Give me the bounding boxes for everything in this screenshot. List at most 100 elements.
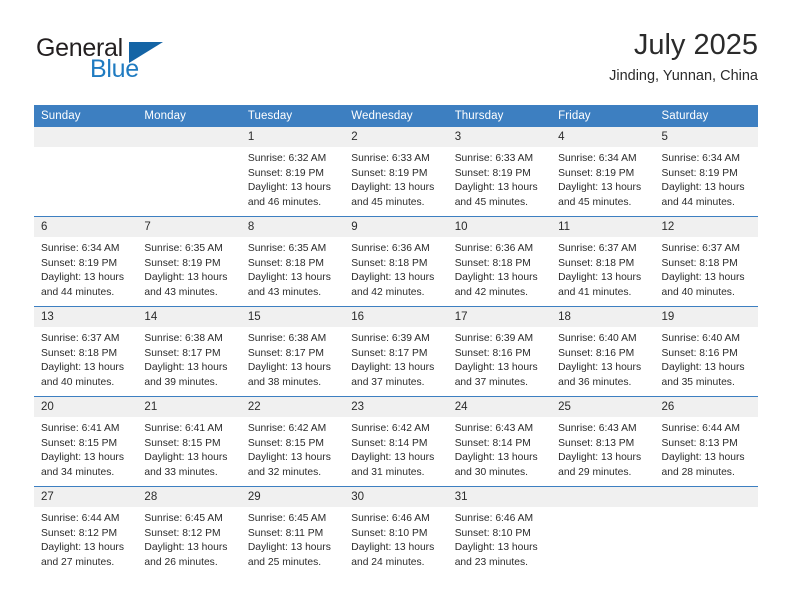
day-cell[interactable]: 5 Sunrise: 6:34 AM Sunset: 8:19 PM Dayli… xyxy=(654,127,758,217)
general-blue-logo[interactable]: General Blue xyxy=(34,34,224,90)
day-cell[interactable]: 12 Sunrise: 6:37 AM Sunset: 8:18 PM Dayl… xyxy=(654,216,758,307)
day-cell[interactable]: 29 Sunrise: 6:45 AM Sunset: 8:11 PM Dayl… xyxy=(240,486,345,576)
daylight-text-line2: and 34 minutes. xyxy=(41,466,115,478)
day-cell[interactable]: 30 Sunrise: 6:46 AM Sunset: 8:10 PM Dayl… xyxy=(344,486,448,576)
sunset-text: Sunset: 8:18 PM xyxy=(558,257,635,269)
sunrise-text: Sunrise: 6:34 AM xyxy=(41,243,120,254)
day-cell[interactable] xyxy=(654,486,758,576)
sunrise-text: Sunrise: 6:37 AM xyxy=(661,243,740,254)
sunset-text: Sunset: 8:17 PM xyxy=(351,347,428,359)
day-cell[interactable]: 13 Sunrise: 6:37 AM Sunset: 8:18 PM Dayl… xyxy=(34,306,138,397)
daylight-text-line1: Daylight: 13 hours xyxy=(661,272,745,284)
daylight-text-line2: and 46 minutes. xyxy=(247,196,322,208)
day-cell[interactable]: 2 Sunrise: 6:33 AM Sunset: 8:19 PM Dayli… xyxy=(344,127,448,217)
day-cell[interactable]: 21 Sunrise: 6:41 AM Sunset: 8:15 PM Dayl… xyxy=(137,396,241,487)
sunrise-text: Sunrise: 6:45 AM xyxy=(247,513,327,524)
day-cell[interactable]: 14 Sunrise: 6:38 AM Sunset: 8:17 PM Dayl… xyxy=(137,306,241,397)
sunrise-text: Sunrise: 6:43 AM xyxy=(558,423,637,434)
day-number xyxy=(34,127,138,147)
day-cell[interactable]: 17 Sunrise: 6:39 AM Sunset: 8:16 PM Dayl… xyxy=(447,306,552,397)
day-details: Sunrise: 6:34 AM Sunset: 8:19 PM Dayligh… xyxy=(655,147,758,210)
day-cell[interactable]: 8 Sunrise: 6:35 AM Sunset: 8:18 PM Dayli… xyxy=(240,216,345,307)
day-number: 18 xyxy=(551,307,655,327)
day-cell[interactable]: 24 Sunrise: 6:43 AM Sunset: 8:14 PM Dayl… xyxy=(447,396,552,487)
sunrise-text: Sunrise: 6:39 AM xyxy=(454,333,534,344)
daylight-text-line2: and 44 minutes. xyxy=(661,196,735,208)
day-number: 14 xyxy=(137,307,241,327)
day-cell[interactable]: 1 Sunrise: 6:32 AM Sunset: 8:19 PM Dayli… xyxy=(240,127,345,217)
day-details: Sunrise: 6:45 AM Sunset: 8:12 PM Dayligh… xyxy=(137,507,240,570)
sunset-text: Sunset: 8:18 PM xyxy=(351,257,428,269)
daylight-text-line1: Daylight: 13 hours xyxy=(351,542,435,554)
sunset-text: Sunset: 8:10 PM xyxy=(454,527,531,539)
day-cell[interactable]: 11 Sunrise: 6:37 AM Sunset: 8:18 PM Dayl… xyxy=(551,216,655,307)
day-number: 23 xyxy=(344,397,448,417)
day-cell[interactable] xyxy=(137,127,241,217)
weekday-header-wednesday: Wednesday xyxy=(344,105,448,127)
daylight-text-line2: and 35 minutes. xyxy=(661,376,735,388)
sunset-text: Sunset: 8:19 PM xyxy=(144,257,221,269)
daylight-text-line1: Daylight: 13 hours xyxy=(144,362,228,374)
day-details: Sunrise: 6:40 AM Sunset: 8:16 PM Dayligh… xyxy=(551,327,654,390)
day-cell[interactable]: 19 Sunrise: 6:40 AM Sunset: 8:16 PM Dayl… xyxy=(654,306,758,397)
sunrise-text: Sunrise: 6:34 AM xyxy=(661,153,740,164)
day-cell[interactable]: 22 Sunrise: 6:42 AM Sunset: 8:15 PM Dayl… xyxy=(240,396,345,487)
page-header: General Blue July 2025 Jinding, Yunnan, … xyxy=(34,28,758,96)
day-number: 13 xyxy=(34,307,138,327)
calendar-week-row: 13 Sunrise: 6:37 AM Sunset: 8:18 PM Dayl… xyxy=(34,306,758,397)
day-details: Sunrise: 6:38 AM Sunset: 8:17 PM Dayligh… xyxy=(241,327,344,390)
daylight-text-line2: and 25 minutes. xyxy=(247,556,322,568)
day-cell[interactable]: 27 Sunrise: 6:44 AM Sunset: 8:12 PM Dayl… xyxy=(34,486,138,576)
day-cell[interactable]: 10 Sunrise: 6:36 AM Sunset: 8:18 PM Dayl… xyxy=(447,216,552,307)
sunrise-text: Sunrise: 6:33 AM xyxy=(351,153,430,164)
sunset-text: Sunset: 8:14 PM xyxy=(351,437,428,449)
day-cell[interactable]: 7 Sunrise: 6:35 AM Sunset: 8:19 PM Dayli… xyxy=(137,216,241,307)
day-cell[interactable] xyxy=(551,486,655,576)
daylight-text-line2: and 33 minutes. xyxy=(144,466,218,478)
day-cell[interactable]: 18 Sunrise: 6:40 AM Sunset: 8:16 PM Dayl… xyxy=(551,306,655,397)
day-number: 26 xyxy=(654,397,758,417)
sunset-text: Sunset: 8:18 PM xyxy=(41,347,118,359)
sunset-text: Sunset: 8:16 PM xyxy=(558,347,635,359)
weekday-header-tuesday: Tuesday xyxy=(240,105,345,127)
day-cell[interactable]: 25 Sunrise: 6:43 AM Sunset: 8:13 PM Dayl… xyxy=(551,396,655,487)
day-number: 24 xyxy=(447,397,552,417)
sunrise-text: Sunrise: 6:35 AM xyxy=(144,243,223,254)
daylight-text-line2: and 40 minutes. xyxy=(661,286,735,298)
day-cell[interactable] xyxy=(34,127,138,217)
calendar-page: General Blue July 2025 Jinding, Yunnan, … xyxy=(0,0,792,612)
calendar-grid: Sunday Monday Tuesday Wednesday Thursday… xyxy=(34,105,758,576)
day-cell[interactable]: 4 Sunrise: 6:34 AM Sunset: 8:19 PM Dayli… xyxy=(551,127,655,217)
day-cell[interactable]: 28 Sunrise: 6:45 AM Sunset: 8:12 PM Dayl… xyxy=(137,486,241,576)
day-cell[interactable]: 20 Sunrise: 6:41 AM Sunset: 8:15 PM Dayl… xyxy=(34,396,138,487)
day-cell[interactable]: 16 Sunrise: 6:39 AM Sunset: 8:17 PM Dayl… xyxy=(344,306,448,397)
day-details: Sunrise: 6:36 AM Sunset: 8:18 PM Dayligh… xyxy=(344,237,447,300)
day-details: Sunrise: 6:37 AM Sunset: 8:18 PM Dayligh… xyxy=(655,237,758,300)
day-details xyxy=(34,147,137,152)
day-number: 31 xyxy=(447,487,552,507)
sunset-text: Sunset: 8:12 PM xyxy=(144,527,221,539)
day-cell[interactable]: 23 Sunrise: 6:42 AM Sunset: 8:14 PM Dayl… xyxy=(344,396,448,487)
daylight-text-line2: and 41 minutes. xyxy=(558,286,632,298)
daylight-text-line2: and 42 minutes. xyxy=(454,286,528,298)
title-block: July 2025 Jinding, Yunnan, China xyxy=(609,28,758,86)
day-cell[interactable]: 15 Sunrise: 6:38 AM Sunset: 8:17 PM Dayl… xyxy=(240,306,345,397)
daylight-text-line1: Daylight: 13 hours xyxy=(144,272,228,284)
logo-text-blue: Blue xyxy=(90,55,139,83)
day-cell[interactable]: 9 Sunrise: 6:36 AM Sunset: 8:18 PM Dayli… xyxy=(344,216,448,307)
sunset-text: Sunset: 8:12 PM xyxy=(41,527,118,539)
day-number: 21 xyxy=(137,397,241,417)
sunrise-text: Sunrise: 6:38 AM xyxy=(247,333,327,344)
day-cell[interactable]: 6 Sunrise: 6:34 AM Sunset: 8:19 PM Dayli… xyxy=(34,216,138,307)
day-cell[interactable]: 31 Sunrise: 6:46 AM Sunset: 8:10 PM Dayl… xyxy=(447,486,552,576)
sunset-text: Sunset: 8:18 PM xyxy=(661,257,738,269)
day-number: 19 xyxy=(654,307,758,327)
day-cell[interactable]: 3 Sunrise: 6:33 AM Sunset: 8:19 PM Dayli… xyxy=(447,127,552,217)
day-cell[interactable]: 26 Sunrise: 6:44 AM Sunset: 8:13 PM Dayl… xyxy=(654,396,758,487)
sunset-text: Sunset: 8:19 PM xyxy=(247,167,324,179)
day-details: Sunrise: 6:35 AM Sunset: 8:19 PM Dayligh… xyxy=(137,237,240,300)
sunset-text: Sunset: 8:19 PM xyxy=(454,167,531,179)
day-details: Sunrise: 6:42 AM Sunset: 8:14 PM Dayligh… xyxy=(344,417,447,480)
day-details: Sunrise: 6:40 AM Sunset: 8:16 PM Dayligh… xyxy=(655,327,758,390)
sunset-text: Sunset: 8:15 PM xyxy=(247,437,324,449)
